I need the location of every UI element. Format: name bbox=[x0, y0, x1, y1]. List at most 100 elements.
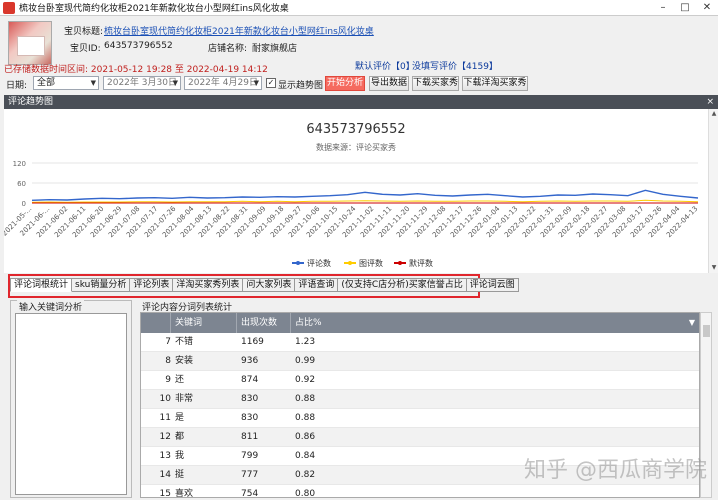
sort-icon[interactable]: ▼ bbox=[689, 313, 695, 333]
tab-5[interactable]: 评语查询 bbox=[295, 278, 339, 292]
row-index: 12 bbox=[159, 432, 171, 442]
saved-range-note: 已存储数据时间区间: 2021-05-12 19:28 至 2022-04-19… bbox=[4, 65, 268, 75]
table-row[interactable]: 10 非常 830 0.88 bbox=[141, 390, 699, 409]
row-index: 7 bbox=[165, 337, 171, 347]
close-icon[interactable]: × bbox=[706, 95, 714, 109]
table-row[interactable]: 12 都 811 0.86 bbox=[141, 428, 699, 447]
tab-7[interactable]: 评论词云图 bbox=[466, 278, 519, 292]
watermark: 知乎 @西瓜商学院 bbox=[524, 458, 707, 483]
row-keyword: 安装 bbox=[175, 356, 194, 366]
chevron-down-icon: ▼ bbox=[253, 79, 259, 87]
table-row[interactable]: 11 是 830 0.88 bbox=[141, 409, 699, 428]
row-percent: 0.99 bbox=[295, 356, 316, 366]
keyword-input[interactable] bbox=[15, 313, 127, 495]
close-button[interactable]: ✕ bbox=[696, 0, 718, 16]
row-percent: 0.88 bbox=[295, 394, 316, 404]
keyword-analysis-group: 输入关键词分析 bbox=[10, 300, 132, 498]
row-keyword: 非常 bbox=[175, 394, 194, 404]
row-keyword: 还 bbox=[175, 375, 185, 385]
row-count: 754 bbox=[241, 489, 259, 498]
tab-6[interactable]: (仅支持C店分析)买家信誉占比 bbox=[338, 278, 467, 292]
date-range-select[interactable]: 全部 ▼ bbox=[33, 76, 99, 90]
row-keyword: 挺 bbox=[175, 470, 185, 480]
no-review-count: 没填写评价【4159】 bbox=[412, 62, 498, 72]
start-date-picker[interactable]: 2022年 3月30日 ▼ bbox=[103, 76, 181, 90]
row-keyword: 是 bbox=[175, 413, 185, 423]
scroll-up-icon[interactable]: ▲ bbox=[709, 109, 718, 119]
row-keyword: 我 bbox=[175, 451, 185, 461]
header-index bbox=[141, 313, 171, 333]
start-analysis-button[interactable]: 开始分析 bbox=[325, 76, 365, 91]
row-index: 9 bbox=[165, 375, 171, 385]
date-label: 日期: bbox=[6, 81, 28, 91]
row-percent: 1.23 bbox=[295, 337, 316, 347]
minimize-button[interactable]: – bbox=[652, 0, 674, 16]
tab-3[interactable]: 洋淘买家秀列表 bbox=[173, 278, 244, 292]
chevron-down-icon: ▼ bbox=[172, 79, 178, 87]
row-count: 830 bbox=[241, 394, 259, 404]
title-bar: 梳妆台卧室现代简约化妆柜2021年新款化妆台小型网红ins风化妆桌 – □ ✕ bbox=[0, 0, 718, 16]
y-tick-label: 60 bbox=[17, 180, 26, 188]
row-count: 799 bbox=[241, 451, 259, 461]
chart-title: 643573796552 bbox=[306, 122, 405, 137]
default-review-count: 默认评价【0】 bbox=[355, 62, 415, 72]
row-keyword: 都 bbox=[175, 432, 185, 442]
legend-marker-0 bbox=[296, 261, 300, 265]
row-index: 10 bbox=[159, 394, 171, 404]
filter-row: 日期: 全部 ▼ 2022年 3月30日 ▼ 2022年 4月29日 ▼ ✓ 显示趋势… bbox=[0, 75, 718, 93]
table-row[interactable]: 15 喜欢 754 0.80 bbox=[141, 485, 699, 498]
row-percent: 0.84 bbox=[295, 451, 316, 461]
row-percent: 0.92 bbox=[295, 375, 316, 385]
legend-marker-2 bbox=[398, 261, 402, 265]
product-title-label: 宝贝标题: bbox=[64, 27, 104, 37]
download-taobao-buyer-show-button[interactable]: 下载洋淘买家秀 bbox=[462, 76, 528, 91]
table-row[interactable]: 9 还 874 0.92 bbox=[141, 371, 699, 390]
row-index: 14 bbox=[159, 470, 171, 480]
row-percent: 0.82 bbox=[295, 470, 316, 480]
series-line-0 bbox=[31, 189, 699, 201]
legend-marker-1 bbox=[348, 261, 352, 265]
series-line-1 bbox=[31, 199, 699, 203]
tab-1[interactable]: sku销量分析 bbox=[72, 278, 131, 292]
app-icon bbox=[3, 1, 15, 14]
legend-label-2: 默评数 bbox=[409, 258, 433, 268]
table-row[interactable]: 8 安装 936 0.99 bbox=[141, 352, 699, 371]
row-count: 1169 bbox=[241, 337, 264, 347]
header-percent[interactable]: 占比% bbox=[291, 313, 699, 333]
header-count[interactable]: 出现次数 bbox=[237, 313, 291, 333]
table-header: 关键词 出现次数 占比% ▼ bbox=[141, 313, 699, 333]
row-count: 874 bbox=[241, 375, 259, 385]
window-title: 梳妆台卧室现代简约化妆柜2021年新款化妆台小型网红ins风化妆桌 bbox=[19, 4, 289, 14]
export-data-button[interactable]: 导出数据 bbox=[369, 76, 409, 91]
shop-name-label: 店铺名称: bbox=[208, 44, 248, 54]
chart-panel-title: 评论趋势图 bbox=[8, 97, 54, 107]
maximize-button[interactable]: □ bbox=[674, 0, 696, 16]
tab-4[interactable]: 问大家列表 bbox=[243, 278, 296, 292]
chart-scrollbar[interactable]: ▲ ▼ bbox=[708, 109, 718, 273]
download-buyer-show-button[interactable]: 下载买家秀 bbox=[412, 76, 459, 91]
product-id-value: 643573796552 bbox=[104, 41, 173, 51]
row-count: 811 bbox=[241, 432, 259, 442]
row-index: 15 bbox=[159, 489, 171, 498]
chart-panel-header: 评论趋势图 × bbox=[4, 95, 718, 109]
tab-2[interactable]: 评论列表 bbox=[130, 278, 174, 292]
legend-label-1: 图评数 bbox=[359, 258, 383, 268]
product-title-link[interactable]: 梳妆台卧室现代简约化妆柜2021年新款化妆台小型网红ins风化妆桌 bbox=[104, 24, 374, 37]
row-keyword: 不错 bbox=[175, 337, 194, 347]
row-percent: 0.86 bbox=[295, 432, 316, 442]
table-row[interactable]: 7 不错 1169 1.23 bbox=[141, 333, 699, 352]
end-date-picker[interactable]: 2022年 4月29日 ▼ bbox=[184, 76, 262, 90]
row-count: 777 bbox=[241, 470, 259, 480]
shop-name-value: 耐家旗舰店 bbox=[252, 44, 298, 54]
product-thumbnail bbox=[8, 21, 52, 65]
keyword-analysis-caption: 输入关键词分析 bbox=[17, 300, 85, 313]
tab-0[interactable]: 评论词根统计 bbox=[10, 278, 73, 292]
product-id-label: 宝贝ID: bbox=[70, 44, 101, 54]
row-keyword: 喜欢 bbox=[175, 489, 194, 498]
scroll-down-icon[interactable]: ▼ bbox=[709, 263, 718, 273]
header-keyword[interactable]: 关键词 bbox=[171, 313, 237, 333]
row-index: 11 bbox=[159, 413, 171, 423]
tab-strip: 评论词根统计 sku销量分析 评论列表 洋淘买家秀列表 问大家列表 评语查询 (仅支持C店分… bbox=[10, 278, 519, 292]
show-trend-checkbox[interactable]: ✓ bbox=[266, 78, 276, 88]
row-percent: 0.80 bbox=[295, 489, 316, 498]
